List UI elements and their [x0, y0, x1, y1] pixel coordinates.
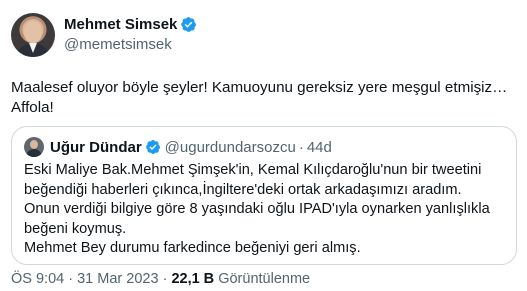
- quoted-tweet-time[interactable]: 44d: [307, 139, 332, 156]
- views-label: Görüntülenme: [218, 271, 311, 287]
- quoted-tweet-header: Uğur Dündar @ugurdundarsozcu · 44d: [24, 137, 332, 157]
- quoted-avatar-suit: [26, 149, 42, 157]
- quoted-author-display-name[interactable]: Uğur Dündar: [50, 139, 142, 156]
- quoted-avatar-face: [30, 140, 38, 149]
- quoted-paragraph: Mehmet Bey durumu farkedince beğeniyi ge…: [24, 240, 361, 256]
- meta-separator: ·: [68, 271, 74, 287]
- avatar-face: [24, 21, 42, 43]
- quoted-verified-badge-icon: [145, 140, 160, 154]
- tweet-time[interactable]: ÖS 9:04: [11, 271, 64, 287]
- author-avatar[interactable]: [11, 13, 55, 57]
- author-name-row: Mehmet Simsek: [64, 14, 197, 34]
- tweet-text: Maalesef oluyor böyle şeyler! Kamuoyunu …: [11, 79, 508, 116]
- verified-badge-icon: [181, 16, 197, 32]
- tweet-date[interactable]: 31 Mar 2023: [77, 271, 158, 287]
- tweet-header: Mehmet Simsek @memetsimsek: [11, 13, 197, 57]
- quoted-separator: ·: [298, 138, 304, 156]
- meta-separator: ·: [162, 271, 168, 287]
- quoted-tweet-text: Eski Maliye Bak.Mehmet Şimşek'in, Kemal …: [24, 161, 508, 259]
- quoted-author-handle[interactable]: @ugurdundarsozcu: [165, 139, 296, 156]
- quoted-paragraph: Onun verdiği bilgiye göre 8 yaşındaki oğ…: [24, 201, 490, 237]
- tweet-meta: ÖS 9:04 · 31 Mar 2023 · 22,1 B Görüntüle…: [11, 271, 310, 287]
- author-handle[interactable]: @memetsimsek: [64, 36, 197, 53]
- author-display-name[interactable]: Mehmet Simsek: [64, 16, 177, 33]
- quoted-author-avatar[interactable]: [24, 137, 44, 157]
- views-count: 22,1 B: [171, 271, 215, 287]
- author-names: Mehmet Simsek @memetsimsek: [64, 14, 197, 53]
- quoted-paragraph: Eski Maliye Bak.Mehmet Şimşek'in, Kemal …: [24, 162, 482, 198]
- tweet-card: Mehmet Simsek @memetsimsek Maalesef oluy…: [0, 0, 527, 291]
- quoted-tweet[interactable]: Uğur Dündar @ugurdundarsozcu · 44d Eski …: [11, 126, 517, 265]
